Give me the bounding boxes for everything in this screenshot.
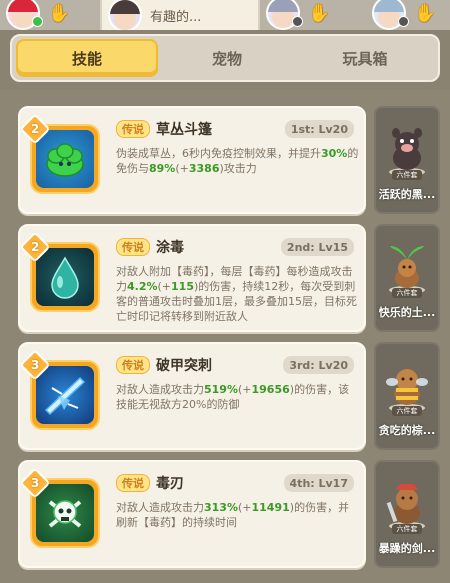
tab-toybox[interactable]: 玩具箱 [296, 39, 434, 77]
character-name: 有趣的... [150, 9, 202, 25]
skill-description: 对敌人造成攻击力519%(+19656)的伤害，该技能无视敌方20%的防御 [116, 383, 350, 411]
status-icon [292, 16, 303, 27]
status-icon [398, 16, 409, 27]
sword-pet-icon [384, 472, 430, 532]
hand-icon: ✋ [48, 2, 71, 24]
skill-name: 涂毒 [156, 240, 184, 256]
hand-icon: ✋ [308, 2, 331, 24]
status-icon [32, 16, 43, 27]
character-slot-3[interactable]: ✋ [266, 0, 330, 30]
rarity-tag: 传说 [116, 474, 150, 492]
pet-card[interactable]: 六件套 活跃的黑... [374, 106, 440, 214]
skill-description: 伪装成草丛，6秒内免疫控制效果，并提升30%的免伤与89%(+3386)攻击力 [116, 147, 359, 175]
pet-name: 快乐的土... [378, 306, 436, 319]
category-tabs: 技能 宠物 玩具箱 [10, 34, 440, 82]
armor-pierce-icon [36, 366, 94, 424]
tab-skills[interactable]: 技能 [16, 39, 158, 77]
character-slot-2[interactable]: 有趣的... [100, 0, 260, 30]
rarity-tag: 传说 [116, 120, 150, 138]
pet-name: 活跃的黑... [378, 188, 436, 201]
poison-drop-icon [36, 248, 94, 306]
set-chip: 六件套 [392, 288, 422, 298]
pet-name: 暴躁的剑... [378, 542, 436, 555]
character-bar: ✋ 有趣的... ✋ ✋ [0, 0, 450, 30]
skill-slot-level: 4th: Lv17 [283, 474, 354, 492]
skill-description: 对敌人附加【毒药】，每层【毒药】每秒造成攻击力4.2%(+115)的伤害，持续1… [116, 265, 357, 323]
rarity-tag: 传说 [116, 238, 150, 256]
bee-bear-pet-icon [384, 354, 430, 414]
rarity-tag: 传说 [116, 356, 150, 374]
skill-description: 对敌人造成攻击力313%(+11491)的伤害，并刷新【毒药】的持续时间 [116, 501, 350, 529]
skill-name: 毒刃 [156, 476, 184, 492]
skill-name: 草丛斗篷 [156, 122, 212, 138]
skill-slot-level: 1st: Lv20 [284, 120, 354, 138]
set-chip: 六件套 [392, 524, 422, 534]
character-slot-1[interactable]: ✋ [6, 0, 70, 30]
skill-card[interactable]: 3 传说 毒刃 4th: Lv17 对敌人造成攻击力313%(+11491)的伤… [18, 460, 366, 568]
skill-slot-level: 3rd: Lv20 [283, 356, 354, 374]
tab-pets[interactable]: 宠物 [158, 39, 296, 77]
character-slot-4[interactable]: ✋ [372, 0, 436, 30]
hand-icon: ✋ [414, 2, 437, 24]
character-avatar [108, 0, 142, 30]
poison-skull-icon [36, 484, 94, 542]
skill-name: 破甲突刺 [156, 358, 212, 374]
pet-card[interactable]: 六件套 快乐的土... [374, 224, 440, 332]
black-pig-pet-icon [384, 118, 430, 178]
pet-name: 贪吃的棕... [378, 424, 436, 437]
pet-card[interactable]: 六件套 贪吃的棕... [374, 342, 440, 450]
skill-card[interactable]: 2 传说 涂毒 2nd: Lv15 对敌人附加【毒药】，每层【毒药】每秒造成攻击… [18, 224, 366, 332]
set-chip: 六件套 [392, 170, 422, 180]
set-chip: 六件套 [392, 406, 422, 416]
skill-card[interactable]: 2 传说 草丛斗篷 1st: Lv20 伪装成草丛，6秒内免疫控制效果，并提升3… [18, 106, 366, 214]
bush-cloak-icon [36, 130, 94, 188]
skill-card[interactable]: 3 传说 破甲突刺 3rd: Lv20 对敌人造成攻击力519%(+19656)… [18, 342, 366, 450]
pet-card[interactable]: 六件套 暴躁的剑... [374, 460, 440, 568]
skill-slot-level: 2nd: Lv15 [280, 238, 354, 256]
sprout-pet-icon [384, 236, 430, 296]
